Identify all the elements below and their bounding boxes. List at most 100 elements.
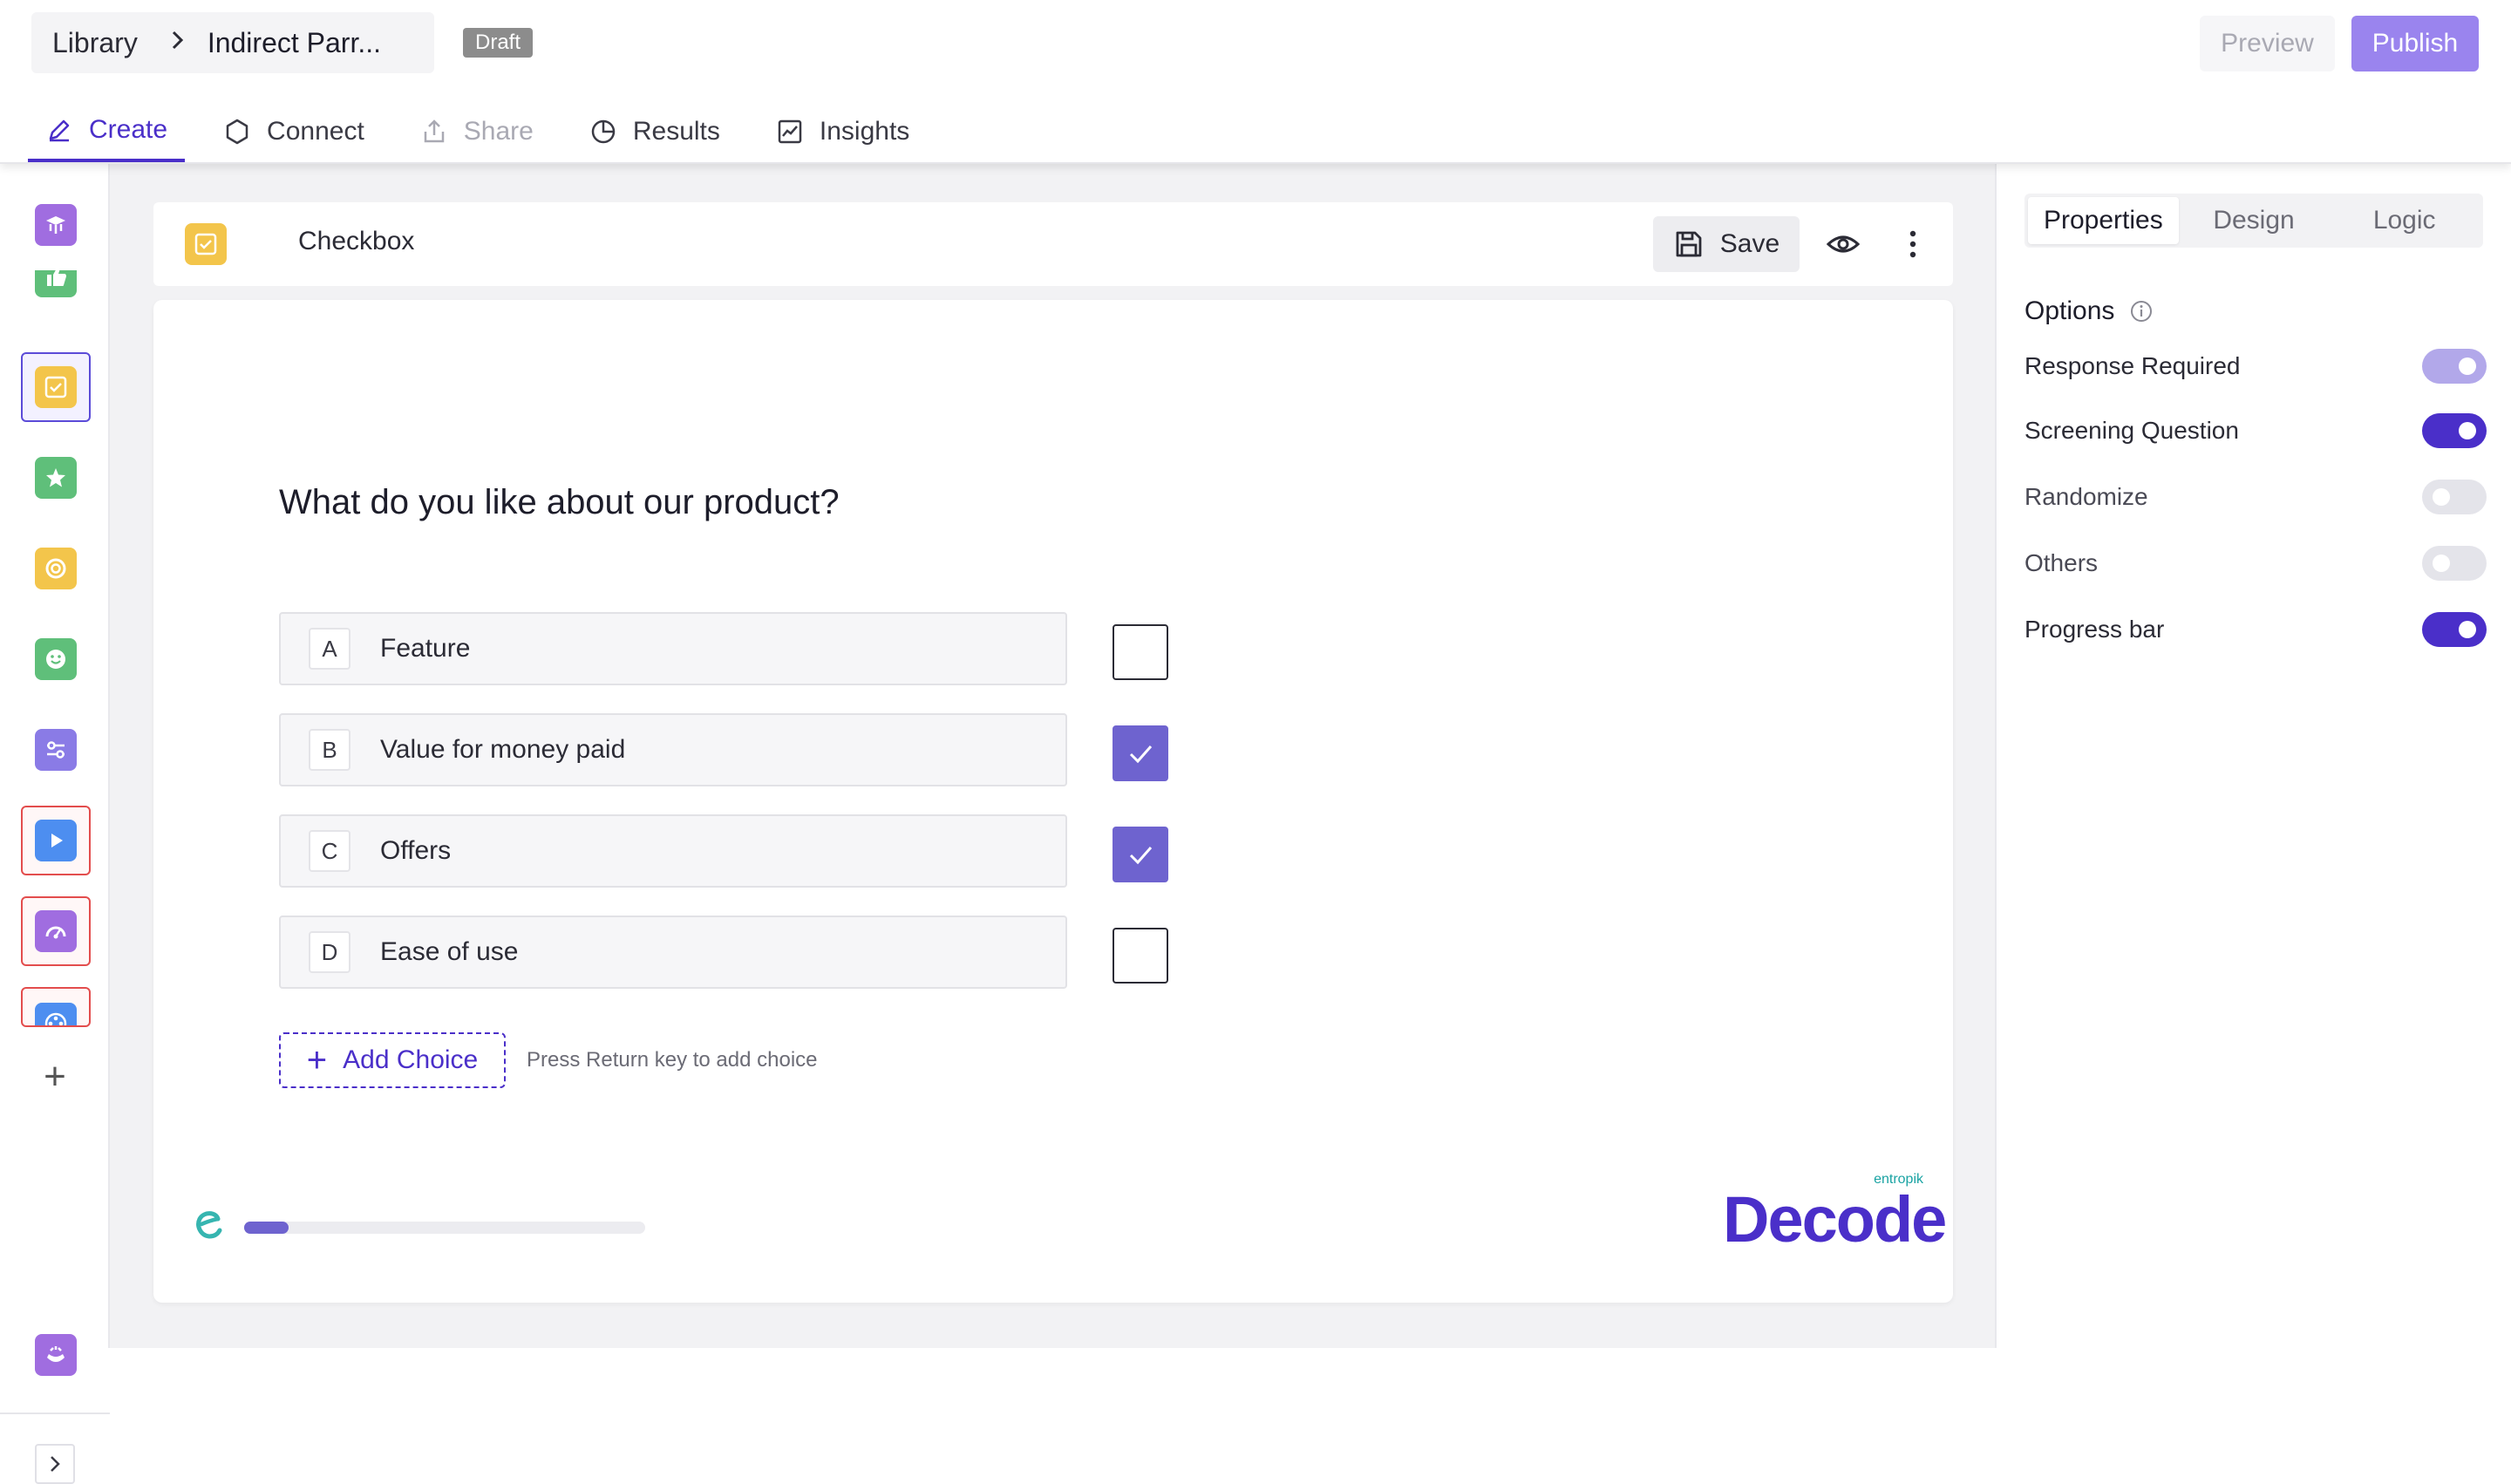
- choice-checkbox-d[interactable]: [1113, 928, 1168, 984]
- tab-design[interactable]: Design: [2179, 197, 2330, 244]
- floppy-disk-icon: [1673, 228, 1705, 260]
- rail-item-video[interactable]: [21, 806, 91, 875]
- choice-text[interactable]: Offers: [380, 836, 451, 866]
- option-label: Response Required: [2024, 352, 2241, 380]
- progress-bar: [244, 1222, 645, 1234]
- rail-item-rating[interactable]: [21, 443, 91, 513]
- preview-button[interactable]: Preview: [2200, 16, 2335, 71]
- pie-chart-icon: [589, 118, 617, 146]
- slider-icon: [35, 729, 77, 771]
- checkmark-icon: [1123, 736, 1158, 771]
- breadcrumb-current-survey[interactable]: Indirect Parr...: [208, 27, 381, 59]
- more-options-button[interactable]: [1885, 216, 1941, 272]
- tab-results[interactable]: Results: [572, 101, 738, 162]
- option-label: Randomize: [2024, 483, 2148, 511]
- save-button[interactable]: Save: [1653, 216, 1800, 272]
- checkbox-icon: [185, 223, 227, 265]
- tab-label: Connect: [267, 117, 364, 146]
- eye-icon: [1826, 227, 1861, 262]
- others-toggle[interactable]: [2422, 546, 2487, 581]
- rail-item-slider[interactable]: [21, 715, 91, 785]
- choice-row-a[interactable]: A Feature: [279, 612, 1067, 685]
- choice-letter: D: [309, 931, 350, 973]
- main-tabs: Create Connect Share Results Insights: [28, 101, 948, 164]
- rail-item-intro[interactable]: [21, 190, 91, 260]
- publish-button[interactable]: Publish: [2351, 16, 2479, 71]
- choice-text[interactable]: Feature: [380, 634, 470, 664]
- tab-label: Create: [89, 115, 167, 145]
- add-question-button[interactable]: +: [35, 1058, 75, 1098]
- question-card: What do you like about our product? A Fe…: [153, 300, 1953, 1303]
- toggle-knob: [2459, 621, 2476, 638]
- target-icon: [35, 548, 77, 589]
- tab-properties[interactable]: Properties: [2028, 197, 2179, 244]
- top-header: Library Indirect Parr... Draft Preview P…: [0, 0, 2511, 164]
- toggle-knob: [2433, 555, 2450, 572]
- rail-item-emoji[interactable]: [21, 624, 91, 694]
- progress-fill: [244, 1222, 289, 1234]
- end-screen-icon: [35, 1334, 77, 1376]
- choice-row-d[interactable]: D Ease of use: [279, 916, 1067, 989]
- question-title[interactable]: What do you like about our product?: [279, 483, 840, 522]
- kebab-menu-icon: [1908, 227, 1918, 262]
- choice-text[interactable]: Value for money paid: [380, 735, 625, 765]
- expand-rail-button[interactable]: [35, 1444, 75, 1484]
- checkmark-icon: [1123, 837, 1158, 872]
- video-play-icon: [35, 820, 77, 861]
- status-badge: Draft: [463, 28, 533, 58]
- option-label: Screening Question: [2024, 417, 2239, 445]
- screening-question-toggle[interactable]: [2422, 413, 2487, 448]
- choice-letter: C: [309, 830, 350, 872]
- rail-item-end-screen[interactable]: [21, 1320, 91, 1390]
- film-reel-icon: [35, 1003, 77, 1027]
- decode-logo: entropik Decode: [1723, 1172, 1923, 1250]
- rail-item-film[interactable]: [21, 987, 91, 1027]
- info-icon[interactable]: [2130, 300, 2153, 323]
- toggle-knob: [2459, 357, 2476, 375]
- toggle-knob: [2433, 488, 2450, 506]
- tab-label: Insights: [820, 117, 909, 146]
- question-toolbar: Checkbox Save: [153, 202, 1953, 286]
- option-others: Others: [2024, 544, 2487, 582]
- rail-item-thumbs[interactable]: [21, 269, 91, 310]
- gauge-icon: [35, 910, 77, 952]
- intro-icon: [35, 204, 77, 246]
- option-label: Progress bar: [2024, 616, 2164, 643]
- plus-icon: +: [307, 1043, 327, 1078]
- editor-canvas: Checkbox Save What do you like about our…: [110, 164, 1995, 1348]
- option-randomize: Randomize: [2024, 478, 2487, 516]
- question-list-rail: +: [0, 164, 110, 1348]
- tab-share[interactable]: Share: [403, 101, 551, 162]
- add-choice-button[interactable]: + Add Choice: [279, 1032, 506, 1088]
- save-label: Save: [1720, 229, 1779, 259]
- choice-row-c[interactable]: C Offers: [279, 814, 1067, 888]
- rail-item-nps[interactable]: [21, 534, 91, 603]
- pencil-icon: [45, 116, 73, 144]
- rail-item-checkbox[interactable]: [21, 352, 91, 422]
- trend-chart-icon: [776, 118, 804, 146]
- rail-item-gauge[interactable]: [21, 896, 91, 966]
- choice-checkbox-a[interactable]: [1113, 624, 1168, 680]
- option-screening-question: Screening Question: [2024, 412, 2487, 450]
- choice-row-b[interactable]: B Value for money paid: [279, 713, 1067, 786]
- question-type-label: Checkbox: [298, 227, 414, 256]
- tab-logic[interactable]: Logic: [2329, 197, 2480, 244]
- properties-panel: Properties Design Logic Options Response…: [1995, 164, 2511, 1348]
- randomize-toggle[interactable]: [2422, 480, 2487, 514]
- entropik-e-logo-icon: [192, 1207, 227, 1242]
- tab-create[interactable]: Create: [28, 101, 185, 162]
- breadcrumb-library-link[interactable]: Library: [52, 27, 138, 59]
- panel-tabs: Properties Design Logic: [2024, 194, 2483, 248]
- choice-checkbox-c[interactable]: [1113, 827, 1168, 882]
- response-required-toggle[interactable]: [2422, 349, 2487, 384]
- progress-bar-toggle[interactable]: [2422, 612, 2487, 647]
- preview-question-button[interactable]: [1815, 216, 1871, 272]
- checkbox-icon: [35, 366, 77, 408]
- tab-connect[interactable]: Connect: [206, 101, 382, 162]
- add-choice-label: Add Choice: [343, 1045, 478, 1075]
- tab-insights[interactable]: Insights: [759, 101, 927, 162]
- option-label: Others: [2024, 549, 2098, 577]
- choice-checkbox-b[interactable]: [1113, 725, 1168, 781]
- thumbs-up-icon: [35, 269, 77, 297]
- choice-text[interactable]: Ease of use: [380, 937, 518, 967]
